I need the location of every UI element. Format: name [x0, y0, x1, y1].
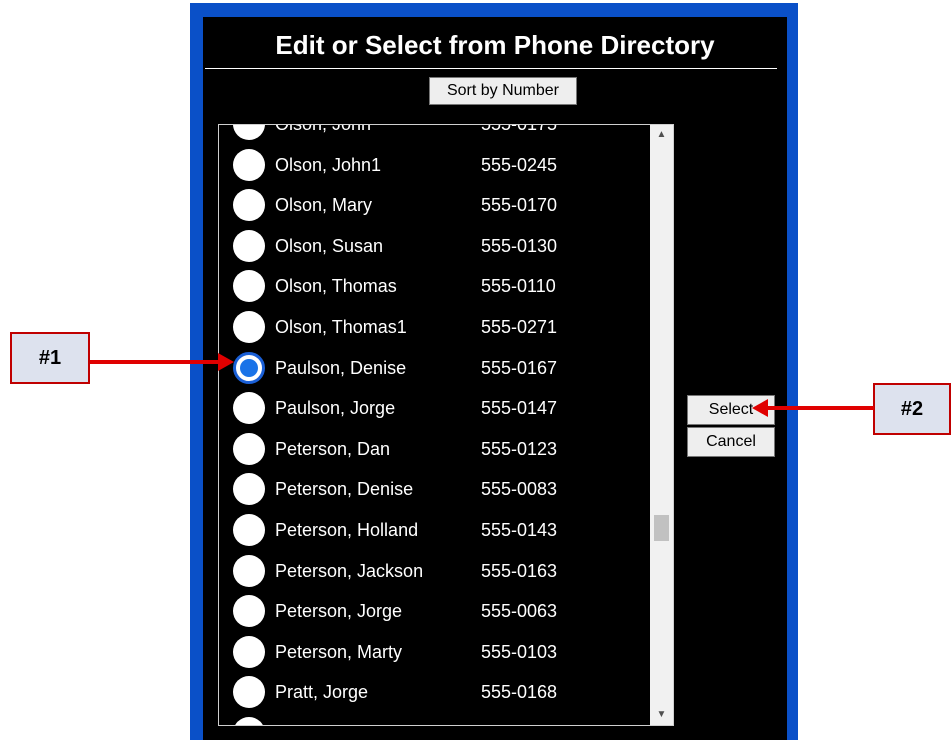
entry-name: Olson, John1 — [275, 154, 382, 175]
list-item[interactable]: Peterson, Marty 555-0103 — [219, 632, 649, 673]
entry-name: Peterson, Jorge — [275, 601, 403, 622]
entry-phone: 555-0170 — [481, 195, 558, 216]
callout-2-arrow-line — [768, 406, 874, 410]
entry-name: Pruett, Billy — [275, 713, 366, 725]
entry-name: Peterson, Dan — [275, 438, 391, 459]
scroll-down-icon[interactable]: ▼ — [650, 705, 673, 725]
radio-button[interactable] — [233, 595, 265, 628]
entry-phone: 555-0271 — [481, 316, 558, 337]
entry-name: Peterson, Denise — [275, 479, 414, 500]
phone-directory-dialog: Edit or Select from Phone Directory Sort… — [190, 3, 798, 740]
arrow-left-icon — [752, 399, 768, 417]
list-item[interactable]: Olson, Thomas1 555-0271 — [219, 307, 649, 348]
entry-name: Pratt, Jorge — [275, 682, 369, 703]
list-item[interactable]: Paulson, Denise 555-0167 — [219, 348, 649, 389]
radio-button[interactable] — [233, 351, 265, 384]
entry-name: Olson, John — [275, 124, 372, 134]
directory-rows: Olson, John 555-0175 Olson, John1 555-0245 O… — [219, 124, 649, 725]
title-divider — [205, 68, 777, 69]
radio-button[interactable] — [233, 473, 265, 506]
callout-1-arrow-line — [90, 360, 220, 364]
entry-phone: 555-0163 — [481, 560, 558, 581]
radio-button[interactable] — [233, 310, 265, 343]
list-item[interactable]: Peterson, Dan 555-0123 — [219, 429, 649, 470]
radio-button[interactable] — [233, 148, 265, 181]
entry-phone: 555-0198 — [481, 713, 557, 725]
entry-phone: 555-0168 — [481, 682, 558, 703]
radio-button[interactable] — [233, 513, 265, 546]
entry-name: Olson, Thomas1 — [275, 316, 407, 337]
entry-phone: 555-0110 — [481, 276, 556, 297]
list-item[interactable]: Olson, Thomas 555-0110 — [219, 266, 649, 307]
entry-name: Paulson, Jorge — [275, 398, 396, 419]
entry-name: Peterson, Holland — [275, 519, 419, 540]
list-item[interactable]: Olson, Susan 555-0130 — [219, 226, 649, 267]
entry-name: Peterson, Jackson — [275, 560, 424, 581]
radio-button[interactable] — [233, 125, 265, 140]
directory-list[interactable]: Olson, John 555-0175 Olson, John1 555-0245 O… — [218, 124, 674, 726]
entry-phone: 555-0083 — [481, 479, 558, 500]
radio-button[interactable] — [233, 229, 265, 262]
cancel-button[interactable]: Cancel — [687, 427, 775, 457]
entry-phone: 555-0147 — [481, 398, 558, 419]
dialog-title: Edit or Select from Phone Directory — [275, 30, 715, 60]
entry-name: Olson, Susan — [275, 235, 384, 256]
callout-1: #1 — [10, 332, 90, 384]
radio-button[interactable] — [233, 676, 265, 709]
radio-button[interactable] — [233, 554, 265, 587]
entry-name: Peterson, Marty — [275, 641, 403, 662]
entry-phone: 555-0167 — [481, 357, 558, 378]
list-item[interactable]: Olson, John 555-0175 — [219, 124, 649, 145]
dialog-body: Edit or Select from Phone Directory Sort… — [203, 17, 787, 740]
arrow-right-icon — [218, 353, 234, 371]
entry-phone: 555-0123 — [481, 438, 558, 459]
radio-button[interactable] — [233, 392, 265, 425]
entry-name: Paulson, Denise — [275, 357, 407, 378]
entry-phone: 555-0063 — [481, 601, 558, 622]
entry-phone: 555-0245 — [481, 154, 558, 175]
list-item[interactable]: Peterson, Holland 555-0143 — [219, 510, 649, 551]
scrollbar[interactable]: ▲ ▼ — [650, 125, 673, 725]
list-item[interactable]: Olson, Mary 555-0170 — [219, 185, 649, 226]
list-item[interactable]: Peterson, Jorge 555-0063 — [219, 591, 649, 632]
scroll-up-icon[interactable]: ▲ — [650, 125, 673, 145]
entry-phone: 555-0130 — [481, 235, 558, 256]
entry-name: Olson, Thomas — [275, 276, 397, 297]
entry-phone: 555-0143 — [481, 519, 558, 540]
list-item[interactable]: Peterson, Jackson 555-0163 — [219, 551, 649, 592]
list-item[interactable]: Olson, John1 555-0245 — [219, 145, 649, 186]
radio-button[interactable] — [233, 270, 265, 303]
list-item[interactable]: Pratt, Jorge 555-0168 — [219, 672, 649, 713]
list-item[interactable]: Paulson, Jorge 555-0147 — [219, 388, 649, 429]
entry-phone: 555-0175 — [481, 124, 558, 134]
sort-by-number-button[interactable]: Sort by Number — [429, 77, 577, 105]
list-item[interactable]: Peterson, Denise 555-0083 — [219, 469, 649, 510]
scrollbar-thumb[interactable] — [654, 515, 669, 541]
radio-button[interactable] — [233, 716, 265, 725]
list-item[interactable]: Pruett, Billy 555-0198 — [219, 713, 649, 725]
radio-button[interactable] — [233, 189, 265, 222]
entry-name: Olson, Mary — [275, 195, 373, 216]
radio-button[interactable] — [233, 635, 265, 668]
entry-phone: 555-0103 — [481, 641, 558, 662]
radio-button[interactable] — [233, 432, 265, 465]
callout-2: #2 — [873, 383, 951, 435]
